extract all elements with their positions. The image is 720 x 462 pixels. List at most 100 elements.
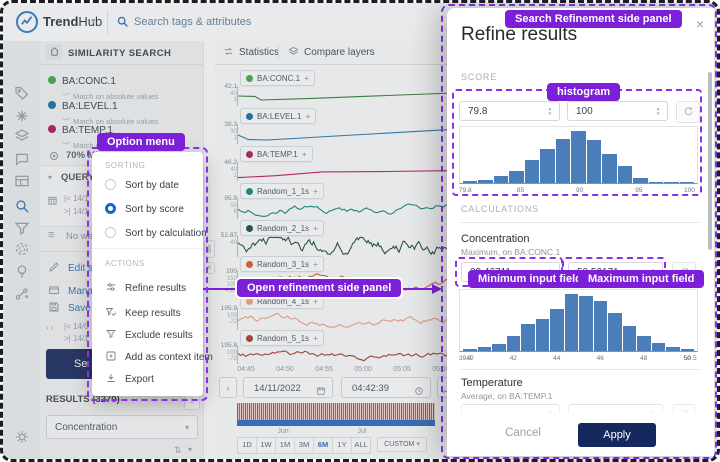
y-axis-labels: 195.9100-72	[215, 306, 237, 325]
time-input[interactable]: 04:42:39	[341, 377, 431, 398]
histogram-bar	[618, 166, 632, 183]
sort-mini-icon[interactable]: ⇅	[174, 445, 182, 456]
splitter-handle[interactable]: ∥	[204, 240, 215, 258]
histogram-bar	[652, 343, 666, 351]
menu-item-action[interactable]: Add as context item	[105, 350, 213, 363]
table-icon[interactable]	[11, 170, 33, 192]
global-search-input[interactable]: Search tags & attributes	[134, 16, 251, 28]
tab-label: Compare layers	[304, 47, 375, 58]
score-reset-button[interactable]	[676, 101, 700, 123]
results-filter-dropdown[interactable]: Concentration ▾	[46, 415, 198, 439]
radio-unselected-icon[interactable]	[105, 227, 116, 238]
panel-splitter[interactable]: ∥ ×	[204, 41, 215, 459]
calculation-subtitle: Average, on BA:TEMP.1	[461, 391, 552, 401]
move-icon[interactable]: +	[313, 259, 318, 269]
network-icon[interactable]	[11, 283, 33, 305]
series-chip[interactable]: Random_3_1s+	[240, 256, 324, 272]
filter-icon[interactable]	[11, 217, 33, 239]
stepper-icon[interactable]: ▴▾	[545, 103, 555, 121]
menu-item-action[interactable]: Export	[105, 372, 154, 385]
series-label: Random_2_1s	[257, 224, 309, 233]
range-button-3m[interactable]: 3M	[295, 438, 314, 453]
result-end-date[interactable]: >| 14/1	[64, 334, 89, 343]
move-icon[interactable]: +	[302, 149, 307, 159]
query-start-date[interactable]: |< 14/1	[64, 194, 89, 203]
series-chip[interactable]: BA:CONC.1+	[240, 70, 315, 86]
radio-unselected-icon[interactable]	[105, 179, 116, 190]
cancel-button[interactable]: Cancel	[495, 427, 551, 439]
menu-item-action[interactable]: Exclude results	[105, 328, 193, 341]
series-chip[interactable]: BA:LEVEL.1 +	[240, 108, 316, 124]
prev-period-button[interactable]: ‹	[219, 377, 237, 398]
collapse-panel-icon[interactable]: ×	[204, 262, 215, 274]
range-button-1y[interactable]: 1Y	[333, 438, 352, 453]
range-button-all[interactable]: ALL	[352, 438, 370, 453]
score-section-label: SCORE	[461, 72, 497, 82]
search-icon[interactable]	[11, 195, 33, 217]
fingerprint-icon[interactable]	[11, 238, 33, 260]
radio-selected-icon[interactable]	[105, 203, 116, 214]
overview-strip[interactable]	[237, 403, 435, 420]
tab-compare-layers[interactable]: Compare layers	[288, 41, 375, 64]
comment-icon[interactable]	[11, 148, 33, 170]
score-max-input[interactable]: 100 ▴▾	[567, 101, 668, 121]
series-chip[interactable]: Random_2_1s +	[240, 220, 324, 236]
histogram-axis-tick: 85	[517, 187, 524, 194]
tab-label: Statistics	[239, 47, 279, 58]
gear-icon[interactable]	[11, 426, 33, 448]
menu-item-action[interactable]: Refine results	[105, 281, 186, 294]
funnel-icon	[105, 328, 117, 340]
series-color-dot	[246, 188, 253, 195]
tag-name: BA:LEVEL.1	[62, 101, 118, 112]
query-end-date[interactable]: >| 14/1	[64, 207, 89, 216]
filter-mini-icon[interactable]: ▾	[188, 445, 192, 454]
period-expand-icon[interactable]: ‹ ›	[46, 323, 54, 332]
range-button-6m[interactable]: 6M	[314, 438, 333, 453]
move-icon[interactable]: +	[313, 333, 318, 343]
menu-item-action[interactable]: Keep results	[105, 306, 181, 319]
range-button-1w[interactable]: 1W	[257, 438, 276, 453]
menu-item-sort[interactable]: Sort by calculation	[105, 227, 207, 239]
brand-chevron-down-icon[interactable]: ▾	[91, 16, 96, 27]
bulb-icon[interactable]	[11, 260, 33, 282]
close-icon[interactable]: ×	[696, 16, 704, 32]
move-icon[interactable]: +	[305, 111, 310, 121]
series-chip[interactable]: Random_1_1s+	[240, 183, 324, 199]
calculation-title: Temperature	[461, 377, 523, 389]
trend-edit-button[interactable]	[437, 377, 447, 398]
apply-button[interactable]: Apply	[578, 423, 656, 447]
tag-icon[interactable]	[11, 82, 33, 104]
menu-item-sort[interactable]: Sort by date	[105, 179, 179, 191]
result-start-date[interactable]: |< 14/0	[64, 322, 89, 331]
histogram-axis-tick: 95	[635, 187, 642, 194]
move-icon[interactable]: +	[313, 223, 318, 233]
series-label: BA:LEVEL.1	[257, 112, 301, 121]
collapse-caret-icon[interactable]: ▾	[48, 173, 52, 182]
home-icon[interactable]	[46, 44, 62, 60]
panel-title: SIMILARITY SEARCH	[68, 48, 171, 59]
similarity-icon[interactable]	[11, 105, 33, 127]
date-input[interactable]: 14/11/2022	[243, 377, 333, 398]
histogram-bar	[666, 347, 680, 351]
histogram-bar	[540, 149, 554, 183]
menu-item-sort[interactable]: Sort by score	[105, 203, 184, 215]
range-button-1m[interactable]: 1M	[276, 438, 295, 453]
move-icon[interactable]: +	[313, 186, 318, 196]
range-button-1d[interactable]: 1D	[238, 438, 257, 453]
move-icon[interactable]: +	[304, 73, 309, 83]
histogram-bar	[507, 336, 521, 351]
overview-selection-bar[interactable]	[237, 420, 435, 426]
scrollbar-thumb[interactable]	[708, 72, 712, 250]
tab-statistics[interactable]: Statistics	[223, 41, 279, 64]
score-min-input[interactable]: 79.8 ▴▾	[459, 101, 560, 121]
histogram-bar	[565, 294, 579, 351]
stepper-icon[interactable]: ▴▾	[653, 103, 663, 121]
layers-icon[interactable]	[11, 125, 33, 147]
series-chip[interactable]: Random_5_1s+	[240, 330, 324, 346]
move-icon[interactable]: +	[313, 296, 318, 306]
custom-range-button[interactable]: CUSTOM ▾	[377, 437, 427, 452]
trend-line	[237, 345, 447, 364]
series-chip[interactable]: BA:TEMP.1+	[240, 146, 313, 162]
histogram-axis-tick: 48	[640, 355, 647, 362]
score-min-value: 79.8	[468, 106, 487, 117]
